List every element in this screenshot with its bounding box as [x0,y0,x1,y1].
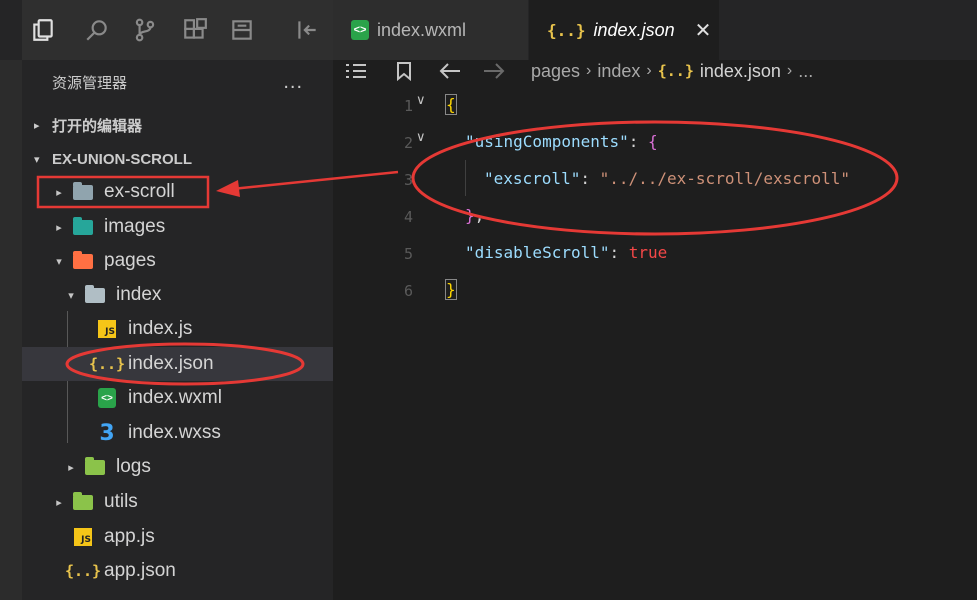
tree-item-index-js[interactable]: JS index.js [22,312,333,346]
caret-right-icon: ▸ [56,186,62,199]
more-actions-icon[interactable]: ... [283,71,303,94]
explorer-sidebar: 资源管理器 ... ▸ 打开的编辑器 ▾ EX-UNION-SCROLL ▸ e… [22,60,333,600]
caret-down-icon: ▾ [56,255,62,268]
breadcrumb: pages › index › {..} index.json › ... [531,60,813,82]
editor-pane: pages › index › {..} index.json › ... 1 … [333,60,977,600]
outline-list-icon[interactable] [345,60,367,82]
tree-label: index.wxml [128,387,222,408]
tree-label: utils [104,491,138,512]
images-folder-icon [72,216,94,237]
explorer-header: 资源管理器 ... [22,60,333,104]
tree-label: ex-scroll [104,181,175,202]
fold-chevron-icon[interactable]: ∨ [416,92,426,108]
js-file-icon: JS [72,527,94,547]
tree-label: index [116,284,162,305]
forward-arrow-icon[interactable] [483,60,505,82]
json-file-icon: {..} [657,62,694,80]
json-file-icon: {..} [64,562,102,580]
fold-chevron-icon[interactable]: ∨ [416,129,426,145]
tree-item-app-json[interactable]: {..} app.json [22,554,333,588]
explorer-icon[interactable] [28,14,58,46]
tab-label: index.json [593,19,675,40]
extensions-icon[interactable] [180,14,210,46]
tree-label: pages [104,250,156,271]
css-file-icon: 3 [99,420,115,446]
tree-label: index.wxss [128,422,221,443]
section-label: 打开的编辑器 [52,117,143,135]
caret-right-icon: ▸ [56,496,62,509]
open-folder-icon [84,284,106,305]
source-control-icon[interactable] [130,14,160,46]
back-arrow-icon[interactable] [439,60,461,82]
code-line-5[interactable]: "disableScroll": true [465,234,667,270]
caret-down-icon: ▾ [34,153,40,166]
caret-right-icon: ▸ [68,461,74,474]
tree-label: app.json [104,560,176,581]
code-line-2[interactable]: "usingComponents": { [465,123,658,159]
caret-right-icon: ▸ [56,221,62,234]
utils-folder-icon [72,491,94,512]
tab-index-wxml[interactable]: <> index.wxml [333,0,529,60]
breadcrumb-index[interactable]: index [597,61,640,82]
explorer-title: 资源管理器 [52,74,128,92]
js-file-icon: JS [96,319,118,339]
tree-item-images[interactable]: ▸ images [22,210,333,244]
activity-bar [22,0,333,60]
pages-folder-icon [72,250,94,271]
code-line-3[interactable]: "exscroll": "../../ex-scroll/exscroll" [484,160,850,196]
tab-index-json[interactable]: {..} index.json ✕ [529,0,719,60]
wxml-file-icon: <> [351,20,369,40]
line-number: 3 [403,171,413,189]
tree-label: app.js [104,526,155,547]
line-number: 5 [403,245,413,263]
code-line-4[interactable]: }, [465,197,484,233]
close-tab-icon[interactable]: ✕ [695,18,712,43]
editor-tabs: <> index.wxml {..} index.json ✕ [333,0,977,60]
json-file-icon: {..} [88,355,126,373]
tree-label: images [104,216,166,237]
tab-label: index.wxml [377,19,467,40]
bookmark-icon[interactable] [395,60,413,82]
chevron-right-icon: › [646,62,652,79]
tree-label: index.json [128,353,214,374]
indent-guide [465,160,466,196]
line-number: 6 [403,282,413,300]
workspace-section[interactable]: ▾ EX-UNION-SCROLL [22,144,333,174]
tree-item-index-wxss[interactable]: 3 index.wxss [22,416,333,450]
tree-item-ex-scroll[interactable]: ▸ ex-scroll [22,175,333,209]
tree-item-logs[interactable]: ▸ logs [22,450,333,484]
logs-folder-icon [84,456,106,477]
code-line-1[interactable]: { [445,86,457,122]
tree-item-app-js[interactable]: JS app.js [22,520,333,554]
open-editors-section[interactable]: ▸ 打开的编辑器 [22,110,333,140]
tree-item-pages[interactable]: ▾ pages [22,244,333,278]
line-number: 1 [403,97,413,115]
section-label: EX-UNION-SCROLL [52,150,192,168]
chevron-right-icon: › [586,62,592,79]
caret-right-icon: ▸ [34,119,40,132]
wxml-file-icon: <> [96,388,118,408]
tree-item-index-folder[interactable]: ▾ index [22,278,333,312]
code-line-6[interactable]: } [445,271,457,307]
breadcrumb-file[interactable]: index.json [700,61,781,82]
collapse-sidebar-icon[interactable] [292,14,322,46]
breadcrumb-ellipsis[interactable]: ... [798,61,813,82]
breadcrumb-pages[interactable]: pages [531,61,580,82]
caret-down-icon: ▾ [68,289,74,302]
tree-label: logs [116,456,151,477]
tree-item-index-wxml[interactable]: <> index.wxml [22,381,333,415]
tree-item-utils[interactable]: ▸ utils [22,485,333,519]
json-file-icon: {..} [547,20,586,40]
line-number: 2 [403,134,413,152]
search-icon[interactable] [82,14,112,46]
panel-icon[interactable] [227,14,257,46]
chevron-right-icon: › [786,62,793,79]
window-edge [0,0,22,600]
line-number: 4 [403,208,413,226]
folder-icon [72,181,94,202]
tree-item-index-json[interactable]: {..} index.json [22,347,333,381]
tree-label: index.js [128,318,193,339]
